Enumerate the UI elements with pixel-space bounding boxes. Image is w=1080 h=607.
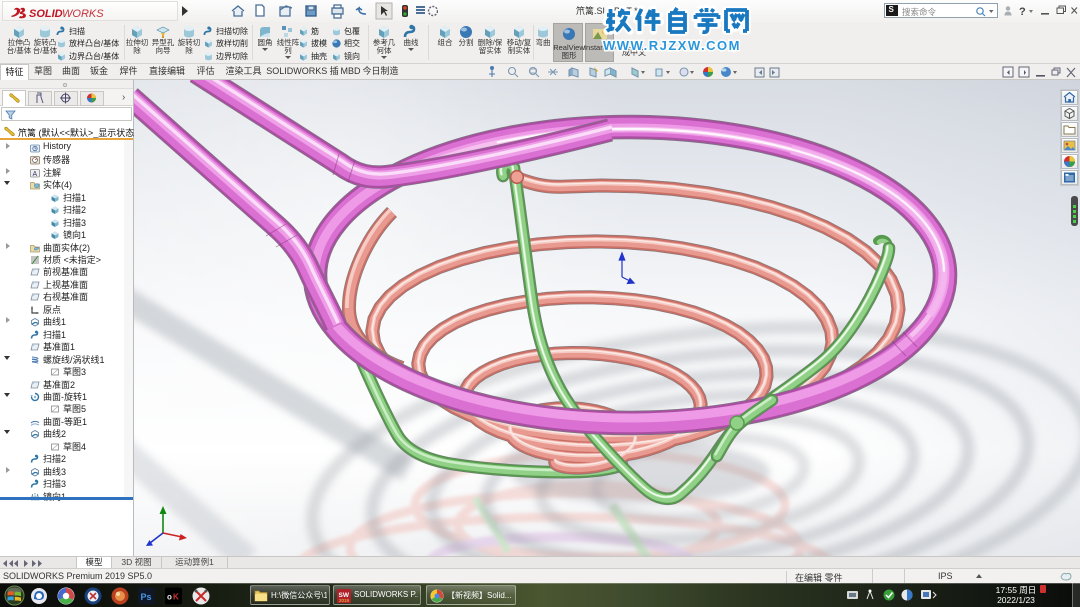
svg-text:Ps: Ps [141,592,152,602]
svg-text:o: o [167,593,172,602]
svg-text:SOLID: SOLID [29,8,63,20]
svg-text:WWW.RJZXW.COM: WWW.RJZXW.COM [603,38,741,53]
svg-text:?: ? [1019,6,1026,18]
svg-text:2019: 2019 [339,598,350,603]
svg-text:WORKS: WORKS [62,8,104,20]
svg-text:K: K [173,593,179,602]
